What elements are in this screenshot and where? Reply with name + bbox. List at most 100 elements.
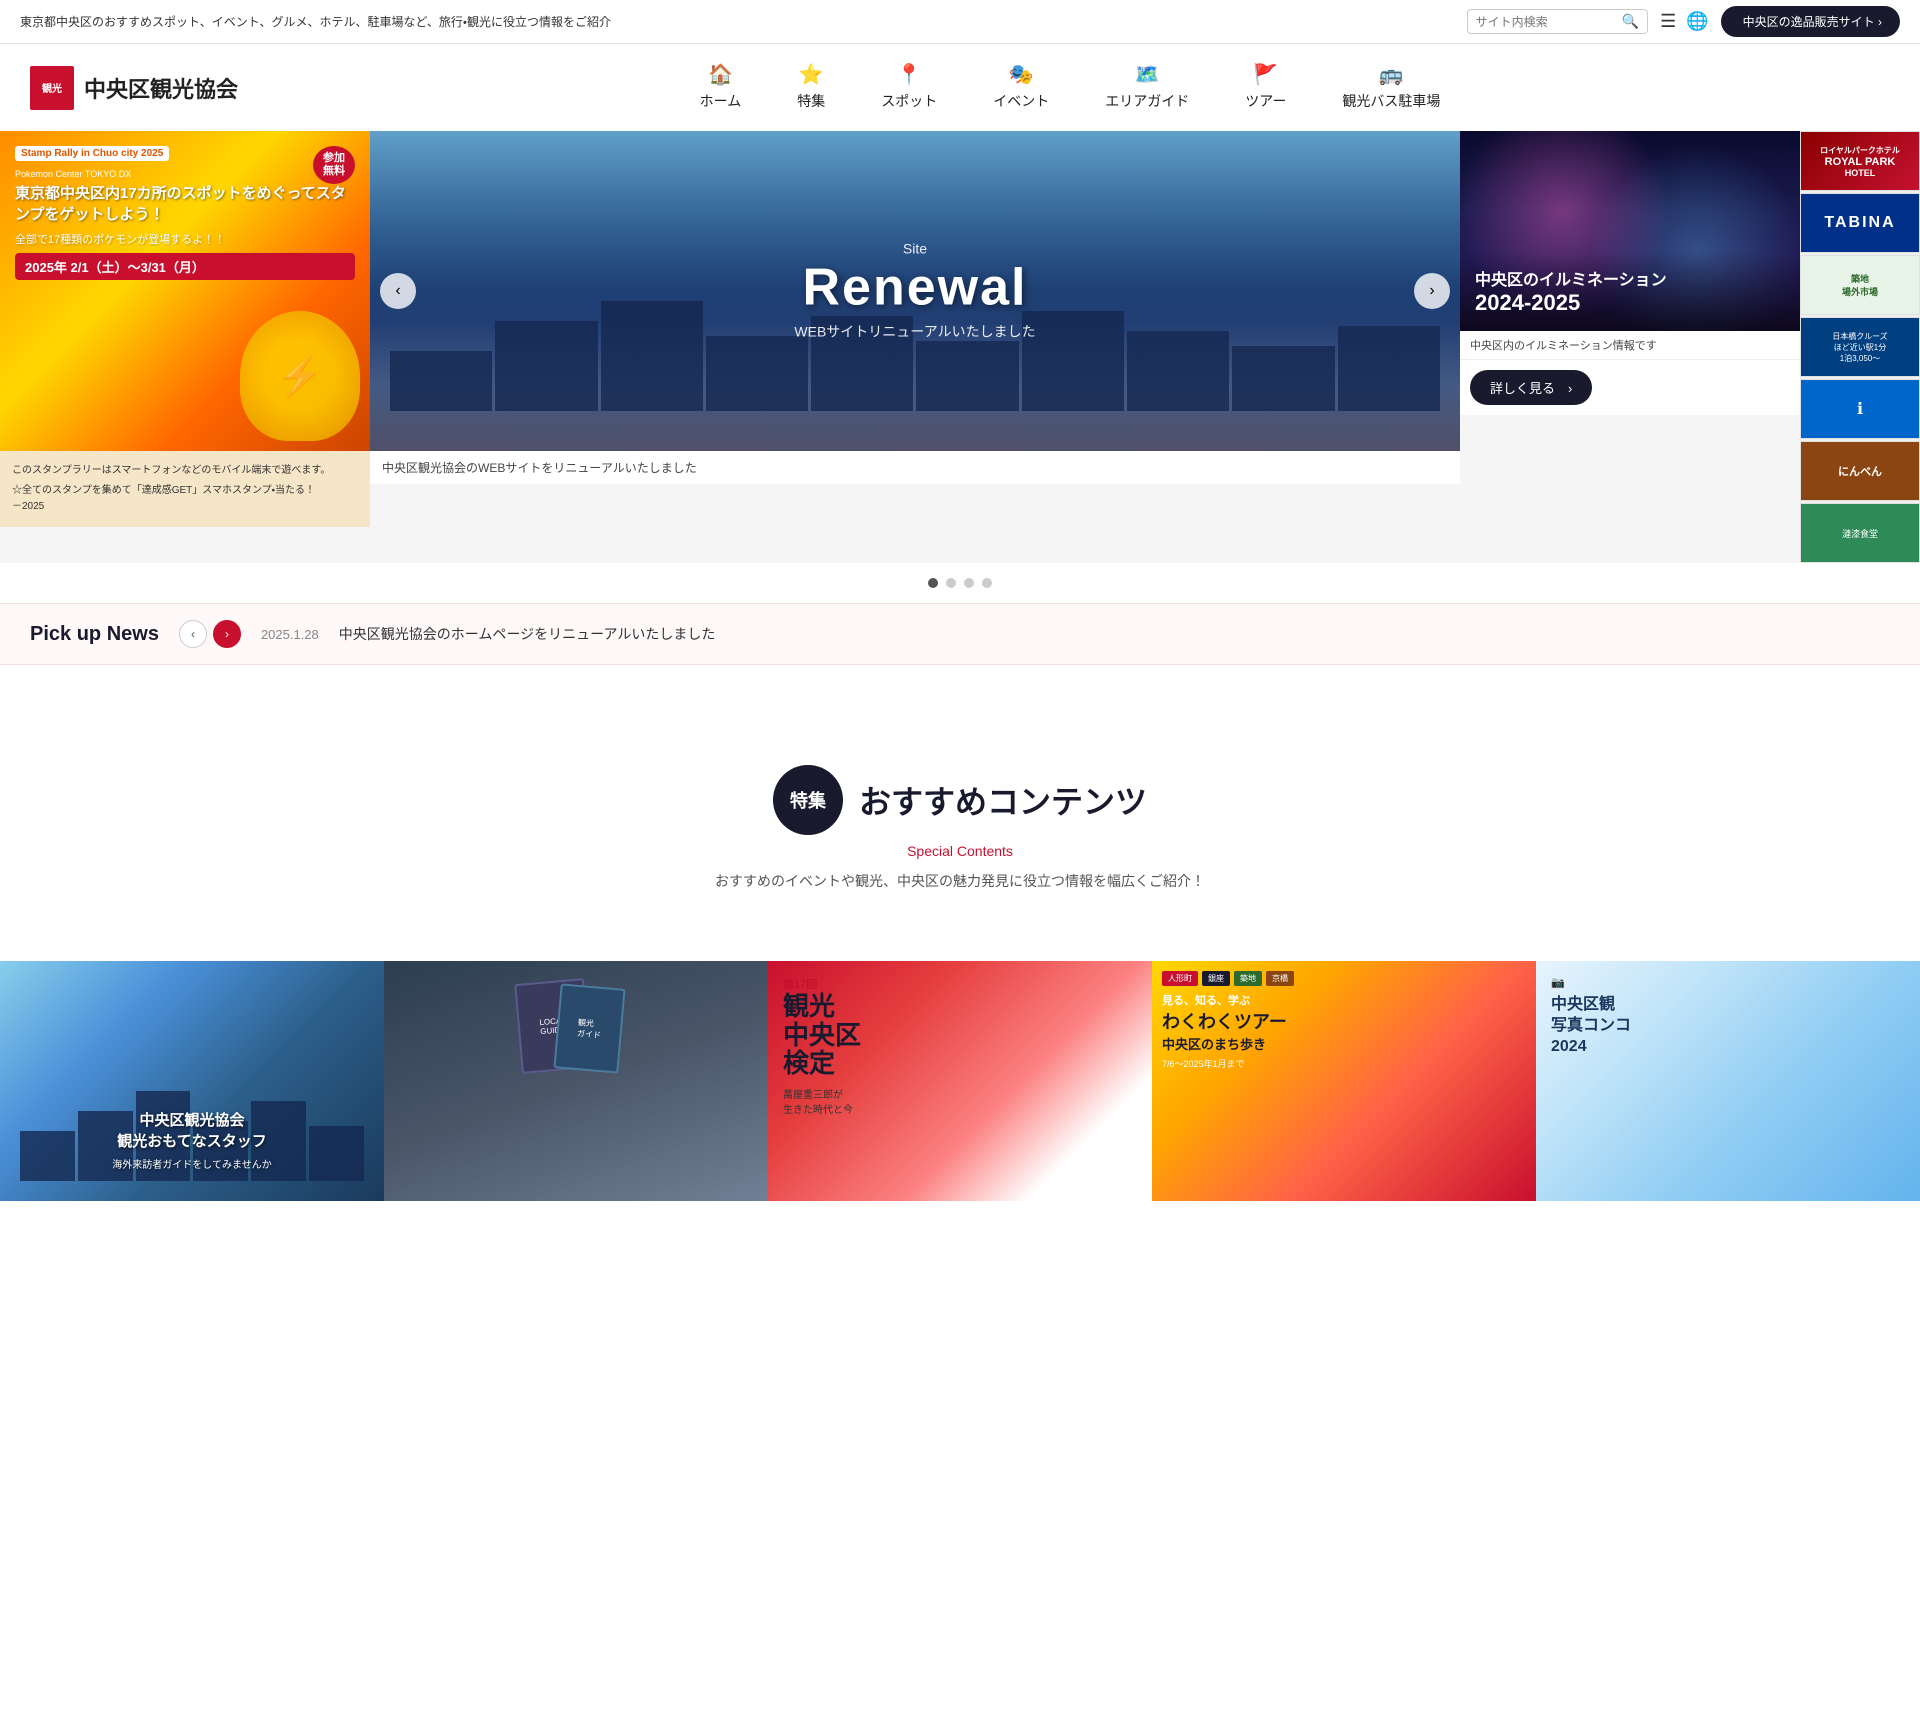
hero-left-caption: －2025 xyxy=(12,499,358,515)
ad-info[interactable]: ℹ xyxy=(1800,379,1920,439)
nav-label-spot: スポット xyxy=(881,91,937,111)
special-title: おすすめコンテンツ xyxy=(859,777,1147,823)
hero-left-qr-text: このスタンプラリーはスマートフォンなどのモバイル端末で遊べます。 xyxy=(12,463,358,479)
flag-icon: 🚩 xyxy=(1253,62,1278,87)
illumination-year: 2024-2025 xyxy=(1475,290,1785,316)
building-10 xyxy=(1338,326,1440,411)
ad-royal-park[interactable]: ロイヤルパークホテル ROYAL PARK HOTEL xyxy=(1800,131,1920,191)
hero-section: Stamp Rally in Chuo city 2025 Pokemon Ce… xyxy=(0,131,1920,563)
detail-btn-label: 詳しく見る › xyxy=(1490,378,1572,397)
card-local-guide[interactable]: LOCALGUIDE 観光ガイド xyxy=(384,961,768,1201)
renewal-sub: Site xyxy=(794,241,1035,257)
hero-left-image: Stamp Rally in Chuo city 2025 Pokemon Ce… xyxy=(0,131,370,451)
nav-item-bus[interactable]: 🚌 観光バス駐車場 xyxy=(1314,54,1468,121)
hero-left-title: 東京都中央区内17カ所のスポットをめぐってスタンプをゲットしよう！ xyxy=(15,183,355,225)
pickup-next-icon: › xyxy=(225,627,229,641)
card-photo-contest-bg: 📷 中央区観写真コンコ2024 xyxy=(1536,961,1920,1201)
bus-icon: 🚌 xyxy=(1379,62,1404,87)
map-icon: 🗺️ xyxy=(1135,62,1160,87)
waku-tag-kyobashi: 京橋 xyxy=(1266,971,1294,986)
free-badge: 参加無料 xyxy=(313,146,355,184)
nav-label-home: ホーム xyxy=(700,91,742,111)
bottom-spacer xyxy=(0,1201,1920,1301)
ad-map-label: 築地 場外市場 xyxy=(1842,272,1878,298)
hero-left-panel: Stamp Rally in Chuo city 2025 Pokemon Ce… xyxy=(0,131,370,563)
card-waku-waku[interactable]: 人形町 銀座 築地 京橋 見る、知る、学ぶ わくわくツアー 中央区のまち歩き 7… xyxy=(1152,961,1536,1201)
photo-title: 中央区観写真コンコ2024 xyxy=(1551,995,1631,1057)
hero-center-image: Site Renewal WEBサイトリニューアルいたしました ‹ › xyxy=(370,131,1460,451)
search-button[interactable]: 🔍 xyxy=(1622,13,1639,30)
main-nav: 🏠 ホーム ⭐ 特集 📍 スポット 🎭 イベント 🗺️ エリアガイド 🚩 ツアー… xyxy=(250,54,1890,121)
star-icon: ⭐ xyxy=(799,62,824,87)
hero-left-overlay: Stamp Rally in Chuo city 2025 Pokemon Ce… xyxy=(0,131,370,451)
pickup-text: 中央区観光協会のホームページをリニューアルいたしました xyxy=(339,624,716,644)
ad-map[interactable]: 築地 場外市場 xyxy=(1800,255,1920,315)
waku-tag-tsukiji: 築地 xyxy=(1234,971,1262,986)
waku-title: 見る、知る、学ぶ xyxy=(1162,992,1250,1008)
shop-site-button[interactable]: 中央区の逸品販売サイト › xyxy=(1721,6,1900,37)
top-bar: 東京都中央区のおすすめスポット、イベント、グルメ、ホテル、駐車場など、旅行・観光… xyxy=(0,0,1920,44)
omotenashi-title: 中央区観光協会観光おもてなスタッフ xyxy=(0,1109,384,1151)
hero-next-button[interactable]: › xyxy=(1414,273,1450,309)
top-bar-right: 🔍 ☰ 🌐 中央区の逸品販売サイト › xyxy=(1467,6,1900,37)
dot-3[interactable] xyxy=(964,578,974,588)
card-omotenashi[interactable]: 中央区観光協会観光おもてなスタッフ 海外来訪者ガイドをしてみませんか xyxy=(0,961,384,1201)
special-header: 特集 おすすめコンテンツ xyxy=(30,765,1890,835)
card-kanko-kentei[interactable]: 第17回 観光中央区検定 萬屋重三郎が生きた時代と今 xyxy=(768,961,1152,1201)
nav-label-tour: ツアー xyxy=(1245,91,1286,111)
nav-item-event[interactable]: 🎭 イベント xyxy=(965,54,1077,121)
renewal-main: Renewal xyxy=(794,262,1035,314)
language-button[interactable]: 🌐 xyxy=(1686,11,1708,32)
waku-sub: 中央区のまち歩き xyxy=(1162,1034,1266,1053)
ad-hasegawa-label: 漣漆食堂 xyxy=(1842,527,1878,540)
hero-right-panel: 中央区のイルミネーション 2024-2025 中央区内のイルミネーション情報です… xyxy=(1460,131,1800,563)
search-bar: 🔍 xyxy=(1467,9,1648,34)
hamburger-menu-button[interactable]: ☰ xyxy=(1660,11,1676,32)
kentei-title: 観光中央区検定 xyxy=(783,992,861,1078)
omotenashi-sub: 海外来訪者ガイドをしてみませんか xyxy=(0,1156,384,1171)
nav-item-tokushu[interactable]: ⭐ 特集 xyxy=(769,54,853,121)
ad-tabina[interactable]: TABINA xyxy=(1800,193,1920,253)
cards-grid: 中央区観光協会観光おもてなスタッフ 海外来訪者ガイドをしてみませんか LOCAL… xyxy=(0,961,1920,1201)
pickup-next-button[interactable]: › xyxy=(213,620,241,648)
pickup-prev-button[interactable]: ‹ xyxy=(179,620,207,648)
nav-item-home[interactable]: 🏠 ホーム xyxy=(672,54,770,121)
menu-icons: ☰ 🌐 xyxy=(1660,11,1709,32)
dot-4[interactable] xyxy=(982,578,992,588)
logo-area: 観光 中央区観光協会 xyxy=(30,66,250,110)
search-input[interactable] xyxy=(1476,15,1616,29)
card-photo-contest[interactable]: 📷 中央区観写真コンコ2024 xyxy=(1536,961,1920,1201)
building-7 xyxy=(1022,311,1124,411)
hero-right-caption: 中央区内のイルミネーション情報です xyxy=(1460,331,1800,360)
dot-1[interactable] xyxy=(928,578,938,588)
hero-prev-button[interactable]: ‹ xyxy=(380,273,416,309)
waku-tag-jinbocho: 人形町 xyxy=(1162,971,1198,986)
detail-btn[interactable]: 詳しく見る › xyxy=(1470,370,1592,405)
building-8 xyxy=(1127,331,1229,411)
spacer xyxy=(0,665,1920,725)
pikachu-illustration: ⚡ xyxy=(240,311,360,441)
nav-item-tour[interactable]: 🚩 ツアー xyxy=(1217,54,1314,121)
dot-2[interactable] xyxy=(946,578,956,588)
waku-date: 7/6〜2025年1月まで xyxy=(1162,1057,1245,1070)
nav-item-area[interactable]: 🗺️ エリアガイド xyxy=(1077,54,1217,121)
waku-tags: 人形町 銀座 築地 京橋 xyxy=(1162,971,1294,986)
hero-center-caption: 中央区観光協会のWEBサイトをリニューアルいたしました xyxy=(370,451,1460,484)
ad-nihon-cruise[interactable]: 日本橋クルーズ ほど近い駅1分 1泊3,050〜 xyxy=(1800,317,1920,377)
renewal-text-area: Site Renewal WEBサイトリニューアルいたしました xyxy=(794,241,1035,342)
hero-right-btn-area: 詳しく見る › xyxy=(1460,360,1800,415)
pickup-date: 2025.1.28 xyxy=(261,627,319,642)
logo-icon: 観光 xyxy=(30,66,74,110)
ad-ninben-label: にんべん xyxy=(1838,463,1882,479)
building-4 xyxy=(706,336,808,411)
site-header: 観光 中央区観光協会 🏠 ホーム ⭐ 特集 📍 スポット 🎭 イベント 🗺️ エ… xyxy=(0,44,1920,131)
ad-hasegawa[interactable]: 漣漆食堂 xyxy=(1800,503,1920,563)
nav-label-tokushu: 特集 xyxy=(797,91,825,111)
pickup-prev-icon: ‹ xyxy=(191,627,195,641)
ad-ninben[interactable]: にんべん xyxy=(1800,441,1920,501)
ad-nihon-cruise-label: 日本橋クルーズ ほど近い駅1分 1泊3,050〜 xyxy=(1832,331,1887,364)
nav-item-spot[interactable]: 📍 スポット xyxy=(853,54,965,121)
special-subtitle: Special Contents xyxy=(30,843,1890,859)
waku-tag-ginza: 銀座 xyxy=(1202,971,1230,986)
special-badge: 特集 xyxy=(773,765,843,835)
